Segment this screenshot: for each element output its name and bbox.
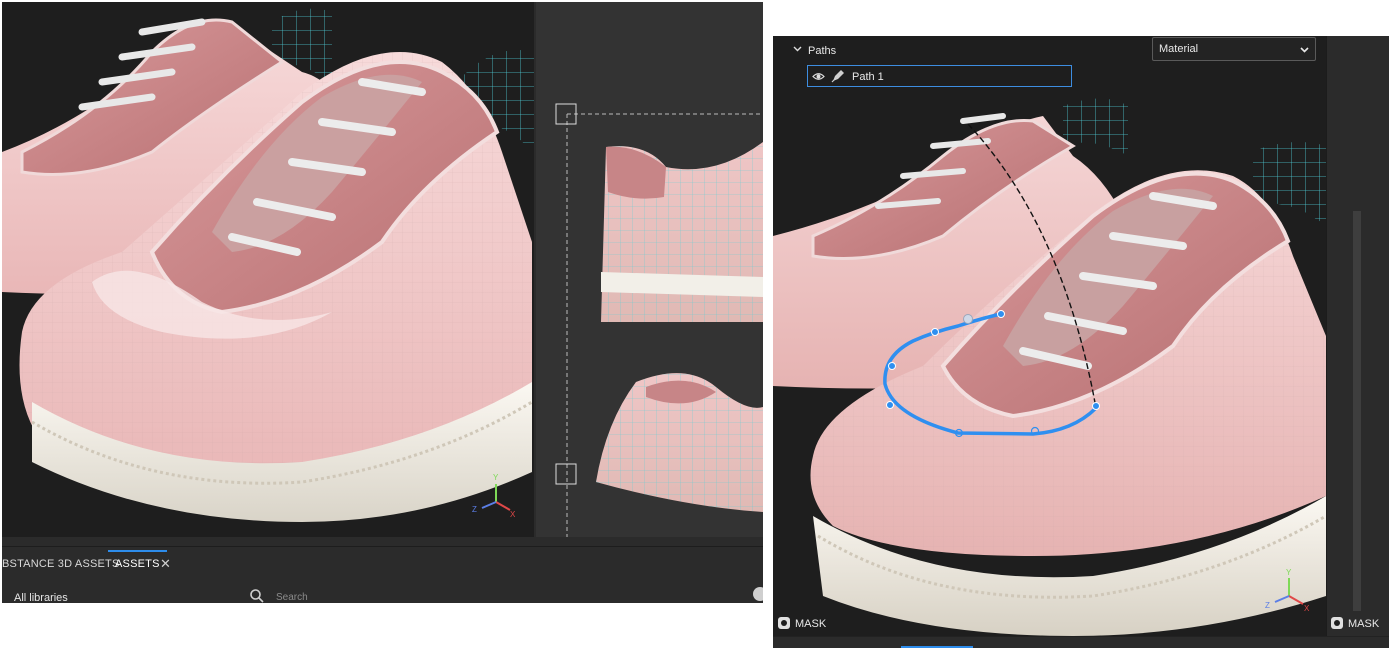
mask-icon xyxy=(778,617,790,629)
tab-substance-3d-assets[interactable]: BSTANCE 3D ASSETS xyxy=(2,550,120,578)
filter-icon[interactable] xyxy=(753,587,763,601)
axis-y-label: Y xyxy=(1286,568,1292,577)
shoe-render-3d: Y X Z xyxy=(2,8,534,522)
right-side-panel xyxy=(1326,36,1389,636)
path-list-item[interactable]: Path 1 xyxy=(807,65,1072,87)
search-input[interactable] xyxy=(276,590,476,603)
close-icon[interactable]: ✕ xyxy=(160,550,171,578)
search-icon xyxy=(250,589,264,603)
active-tab-indicator xyxy=(901,646,973,648)
chevron-down-icon[interactable] xyxy=(793,44,802,53)
viewport-3d[interactable]: Y X Z xyxy=(2,2,534,537)
right-screenshot: Y X Z Paths Path 1 Material MASK MASK xyxy=(773,36,1389,648)
axis-x-label: X xyxy=(1304,604,1310,613)
viewport-2d[interactable] xyxy=(536,2,763,537)
axis-x-label: X xyxy=(510,510,516,519)
axis-y-label: Y xyxy=(493,473,499,482)
crop-handle-bottom[interactable] xyxy=(555,463,577,485)
crop-handle-top[interactable] xyxy=(555,103,577,125)
eye-icon[interactable] xyxy=(812,70,825,83)
tab-assets[interactable]: ASSETS xyxy=(108,550,167,578)
pen-icon xyxy=(831,70,844,83)
material-dropdown[interactable]: Material xyxy=(1152,37,1316,61)
library-selector[interactable]: All libraries xyxy=(14,592,68,603)
chevron-down-icon xyxy=(1300,47,1309,53)
assets-panel: BSTANCE 3D ASSETS ASSETS ✕ All libraries xyxy=(2,546,763,603)
bottom-tab-strip xyxy=(773,636,1389,648)
axis-z-label: Z xyxy=(472,505,477,514)
path-name-label: Path 1 xyxy=(852,71,884,83)
left-screenshot: Y X Z BSTANCE 3D ASSETS ASSETS ✕ All lib… xyxy=(2,2,763,603)
viewport-3d-path[interactable]: Y X Z Paths Path 1 Material MASK xyxy=(773,36,1326,636)
mask-icon xyxy=(1331,617,1343,629)
mask-label: MASK xyxy=(1348,618,1380,630)
axis-z-label: Z xyxy=(1265,601,1270,610)
material-dropdown-value: Material xyxy=(1159,43,1199,55)
uv-render-2d xyxy=(555,103,763,537)
shoe-render-path: Y X Z xyxy=(773,98,1326,636)
paths-section-title[interactable]: Paths xyxy=(808,45,836,57)
mask-label: MASK xyxy=(795,618,827,630)
scrollbar[interactable] xyxy=(1353,211,1361,611)
